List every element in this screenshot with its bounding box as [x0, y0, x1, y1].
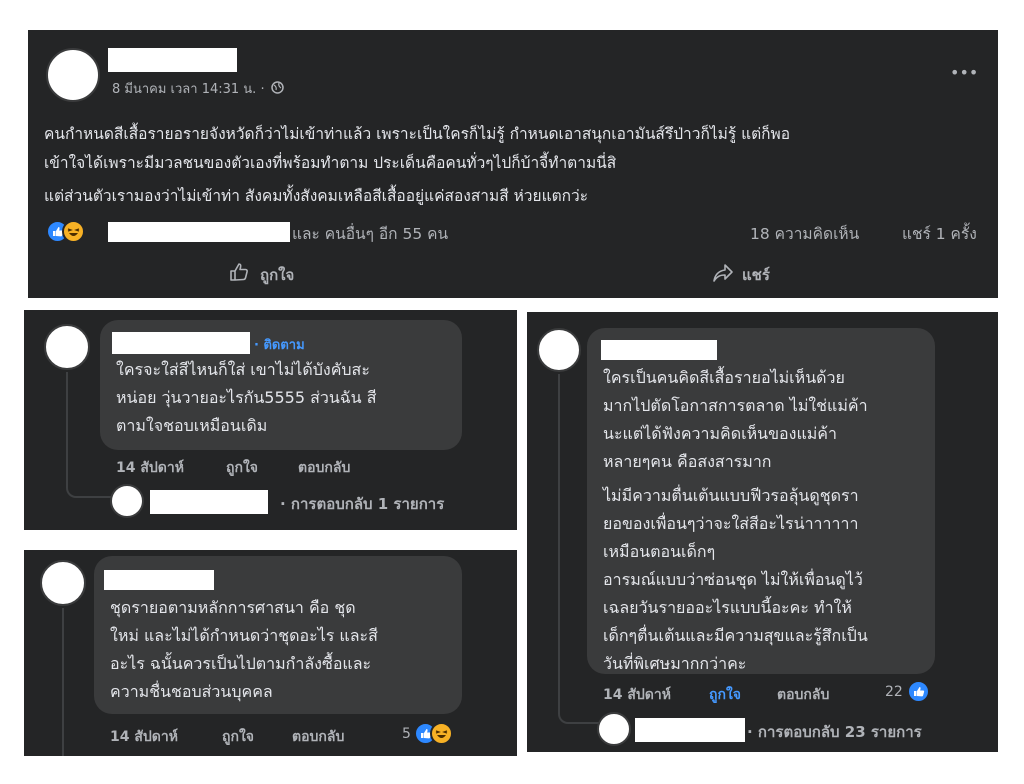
reactors-names-redacted[interactable]: [108, 222, 290, 242]
commenter-avatar[interactable]: [537, 328, 581, 372]
reply-name-redacted[interactable]: [635, 718, 745, 742]
reply-avatar[interactable]: [110, 484, 144, 518]
like-reaction-icon[interactable]: [907, 680, 930, 703]
comment-panel-2: ชุดรายอตามหลักการศาสนา คือ ชุด ใหม่ และไ…: [24, 550, 517, 756]
commenter-avatar[interactable]: [44, 324, 90, 370]
comment-reply-button[interactable]: ตอบกลับ: [298, 457, 350, 479]
comment-time[interactable]: 14 สัปดาห์: [603, 684, 671, 706]
reply-avatar[interactable]: [597, 712, 631, 746]
shares-count[interactable]: แชร์ 1 ครั้ง: [902, 221, 977, 246]
reply-thread-line: [62, 608, 64, 756]
post-body-line-1: คนกำหนดสีเสื้อรายอรายจังหวัดก็ว่าไม่เข้า…: [44, 125, 791, 143]
author-name-redacted[interactable]: [108, 48, 237, 72]
view-replies-link[interactable]: · การตอบกลับ 1 รายการ: [280, 492, 444, 516]
comment-text-paragraph-1: ใครเป็นคนคิดสีเสื้อรายอไม่เห็นด้วย มากไป…: [603, 368, 868, 471]
comment-text: ชุดรายอตามหลักการศาสนา คือ ชุด ใหม่ และไ…: [110, 598, 378, 701]
comment-panel-3: ใครเป็นคนคิดสีเสื้อรายอไม่เห็นด้วย มากไป…: [527, 312, 998, 752]
follow-link[interactable]: · ติดตาม: [254, 334, 305, 355]
comment-reaction-count[interactable]: 5: [402, 726, 411, 742]
haha-reaction-icon[interactable]: [62, 220, 85, 243]
more-options-icon[interactable]: •••: [950, 63, 978, 82]
commenter-name-redacted[interactable]: [112, 332, 250, 354]
comment-like-button[interactable]: ถูกใจ: [226, 457, 258, 479]
commenter-name-redacted[interactable]: [104, 570, 214, 590]
comment-reply-button[interactable]: ตอบกลับ: [292, 726, 344, 748]
thumbs-up-icon: [228, 261, 250, 287]
haha-reaction-icon[interactable]: [430, 722, 453, 745]
globe-icon: [270, 81, 284, 98]
comment-panel-1: · ติดตาม ใครจะใส่สีไหนก็ใส่ เขาไม่ได้บัง…: [24, 310, 517, 530]
comment-reaction-count[interactable]: 22: [885, 684, 903, 700]
comment-reply-button[interactable]: ตอบกลับ: [777, 684, 829, 706]
comment-text-paragraph-2: ไม่มีความตื่นเต้นแบบฟีวรอลุ้นดูชุดรา ยอข…: [603, 486, 868, 673]
author-avatar[interactable]: [46, 48, 100, 102]
comment-like-button[interactable]: ถูกใจ: [222, 726, 254, 748]
post-body-line-2: เข้าใจได้เพราะมีมวลชนของตัวเองที่พร้อมทำ…: [44, 154, 617, 172]
comments-count[interactable]: 18 ความคิดเห็น: [750, 221, 859, 246]
commenter-name-redacted[interactable]: [601, 340, 717, 360]
post-panel: 8 มีนาคม เวลา 14:31 น. · ••• คนกำหนดสีเส…: [28, 30, 998, 298]
post-timestamp[interactable]: 8 มีนาคม เวลา 14:31 น. ·: [112, 78, 284, 99]
comment-time[interactable]: 14 สัปดาห์: [116, 457, 184, 479]
post-body-line-3: แต่ส่วนตัวเรามองว่าไม่เข้าท่า สังคมทั้งส…: [44, 187, 589, 205]
reactions-summary[interactable]: และ คนอื่นๆ อีก 55 คน: [292, 221, 448, 246]
comment-time[interactable]: 14 สัปดาห์: [110, 726, 178, 748]
share-arrow-icon: [712, 262, 734, 288]
share-button[interactable]: แชร์: [712, 258, 822, 288]
view-replies-link[interactable]: · การตอบกลับ 23 รายการ: [747, 720, 922, 744]
like-button[interactable]: ถูกใจ: [228, 258, 338, 288]
comment-text: ใครจะใส่สีไหนก็ใส่ เขาไม่ได้บังคับสะ หน่…: [116, 360, 377, 435]
reply-name-redacted[interactable]: [150, 490, 268, 514]
commenter-avatar[interactable]: [40, 560, 86, 606]
comment-like-button[interactable]: ถูกใจ: [709, 684, 741, 706]
